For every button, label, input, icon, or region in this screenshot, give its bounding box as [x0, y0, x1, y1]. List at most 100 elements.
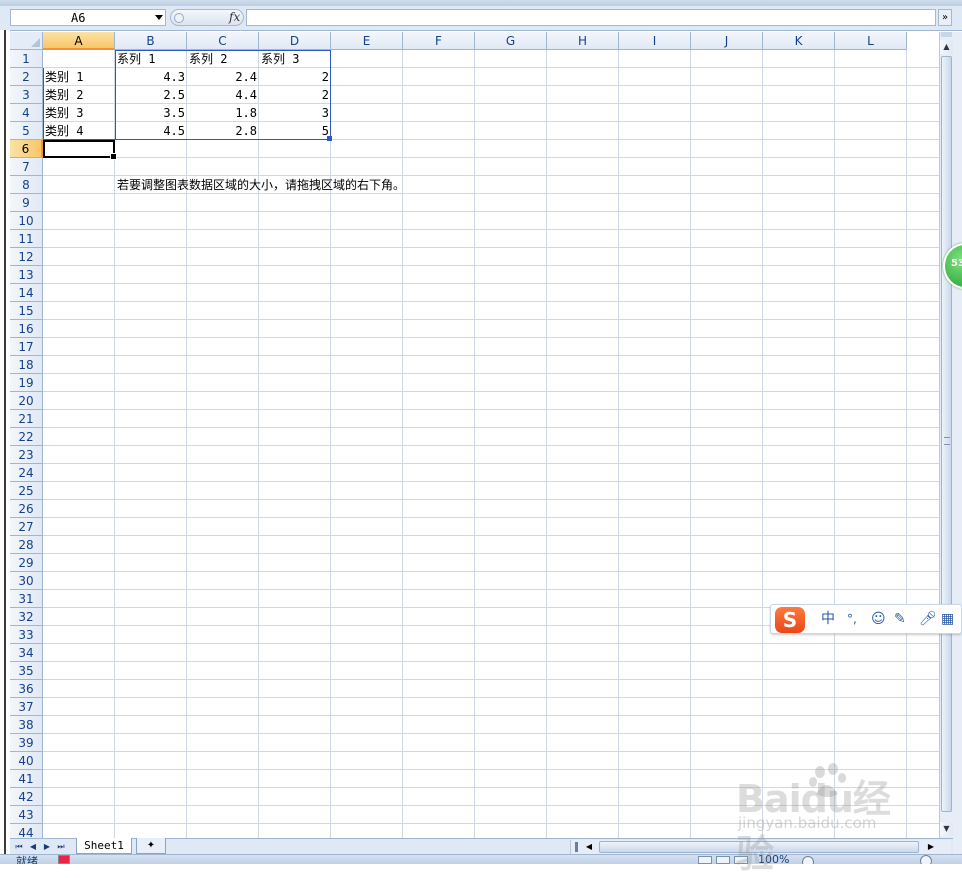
cell-a3[interactable]: 类别 2 [43, 86, 83, 104]
row-header-33[interactable]: 33 [10, 626, 43, 644]
pen-icon[interactable]: ✎ [894, 611, 906, 627]
ime-toolbar[interactable]: S 中 °, ☺ ✎ 🎤︎ ▦ [770, 604, 962, 634]
column-header-e[interactable]: E [331, 32, 403, 50]
select-all-corner[interactable] [10, 32, 43, 50]
cell-d2[interactable]: 2 [259, 68, 331, 86]
row-header-23[interactable]: 23 [10, 446, 43, 464]
row-header-14[interactable]: 14 [10, 284, 43, 302]
row-header-24[interactable]: 24 [10, 464, 43, 482]
column-header-i[interactable]: I [619, 32, 691, 50]
row-header-19[interactable]: 19 [10, 374, 43, 392]
cell-c2[interactable]: 2.4 [187, 68, 259, 86]
cell-a2[interactable]: 类别 1 [43, 68, 83, 86]
sheet-tab-sheet1[interactable]: Sheet1 [76, 838, 132, 854]
first-sheet-icon[interactable]: ⏮ [14, 840, 24, 854]
row-header-18[interactable]: 18 [10, 356, 43, 374]
cell-b8[interactable]: 若要调整图表数据区域的大小，请拖拽区域的右下角。 [115, 176, 405, 194]
column-header-b[interactable]: B [115, 32, 187, 50]
row-header-7[interactable]: 7 [10, 158, 43, 176]
row-header-20[interactable]: 20 [10, 392, 43, 410]
horizontal-split-box[interactable] [575, 842, 578, 852]
row-header-5[interactable]: 5 [10, 122, 43, 140]
row-header-13[interactable]: 13 [10, 266, 43, 284]
microphone-icon[interactable]: 🎤︎ [919, 611, 937, 627]
row-header-36[interactable]: 36 [10, 680, 43, 698]
row-header-30[interactable]: 30 [10, 572, 43, 590]
cell-b3[interactable]: 2.5 [115, 86, 187, 104]
scroll-right-icon[interactable]: ▶ [925, 840, 937, 854]
scroll-left-icon[interactable]: ◀ [583, 840, 595, 854]
row-header-6[interactable]: 6 [10, 140, 43, 158]
vertical-split-box[interactable] [941, 32, 952, 37]
column-header-k[interactable]: K [763, 32, 835, 50]
row-header-1[interactable]: 1 [10, 50, 43, 68]
row-header-3[interactable]: 3 [10, 86, 43, 104]
vertical-scroll-thumb[interactable] [941, 56, 952, 812]
row-header-4[interactable]: 4 [10, 104, 43, 122]
grid-icon[interactable]: ▦ [941, 611, 954, 627]
row-header-35[interactable]: 35 [10, 662, 43, 680]
cell-d1[interactable]: 系列 3 [259, 50, 299, 68]
worksheet-grid[interactable]: ABCDEFGHIJKL 1 2 3 4 5 6 7 8 9 10 11 12 13 14 15 16 17 18… [10, 32, 939, 838]
insert-sheet-icon[interactable]: ✦ [136, 838, 166, 854]
name-box-dropdown-icon[interactable] [155, 15, 163, 20]
cell-a5[interactable]: 类别 4 [43, 122, 83, 140]
row-header-37[interactable]: 37 [10, 698, 43, 716]
column-header-j[interactable]: J [691, 32, 763, 50]
row-header-39[interactable]: 39 [10, 734, 43, 752]
fill-handle[interactable] [110, 153, 117, 160]
cell-b2[interactable]: 4.3 [115, 68, 187, 86]
row-header-8[interactable]: 8 [10, 176, 43, 194]
row-header-2[interactable]: 2 [10, 68, 43, 86]
row-header-32[interactable]: 32 [10, 608, 43, 626]
vertical-scrollbar[interactable]: ▲ ▼ [939, 32, 953, 838]
row-header-21[interactable]: 21 [10, 410, 43, 428]
cell-b1[interactable]: 系列 1 [115, 50, 155, 68]
expand-formula-bar-button[interactable]: » [938, 9, 952, 26]
row-header-38[interactable]: 38 [10, 716, 43, 734]
row-header-11[interactable]: 11 [10, 230, 43, 248]
row-header-15[interactable]: 15 [10, 302, 43, 320]
cells-area[interactable]: 系列 1 系列 2 系列 3 类别 1 4.3 2.4 2 类别 2 2.5 4.4 2 类别 3 3.… [43, 50, 939, 838]
row-header-43[interactable]: 43 [10, 806, 43, 824]
formula-bar-grip[interactable]: fx [170, 9, 244, 26]
row-header-16[interactable]: 16 [10, 320, 43, 338]
formula-input[interactable] [246, 9, 936, 26]
row-header-40[interactable]: 40 [10, 752, 43, 770]
sogou-logo-icon[interactable]: S [775, 607, 805, 633]
row-header-17[interactable]: 17 [10, 338, 43, 356]
row-header-29[interactable]: 29 [10, 554, 43, 572]
column-header-d[interactable]: D [259, 32, 331, 50]
row-header-9[interactable]: 9 [10, 194, 43, 212]
row-header-44[interactable]: 44 [10, 824, 43, 838]
cell-d5[interactable]: 5 [259, 122, 331, 140]
cell-d3[interactable]: 2 [259, 86, 331, 104]
row-header-26[interactable]: 26 [10, 500, 43, 518]
row-header-12[interactable]: 12 [10, 248, 43, 266]
column-header-c[interactable]: C [187, 32, 259, 50]
column-header-l[interactable]: L [835, 32, 907, 50]
horizontal-scroll-thumb[interactable] [599, 841, 919, 853]
smiley-icon[interactable]: ☺ [871, 611, 886, 627]
cell-d4[interactable]: 3 [259, 104, 331, 122]
last-sheet-icon[interactable]: ⏭ [56, 840, 66, 854]
column-header-a[interactable]: A [43, 32, 115, 50]
cell-a4[interactable]: 类别 3 [43, 104, 83, 122]
row-header-10[interactable]: 10 [10, 212, 43, 230]
active-cell[interactable] [43, 140, 117, 160]
cell-b4[interactable]: 3.5 [115, 104, 187, 122]
cell-c5[interactable]: 2.8 [187, 122, 259, 140]
next-sheet-icon[interactable]: ▶ [42, 840, 52, 854]
row-header-34[interactable]: 34 [10, 644, 43, 662]
row-header-31[interactable]: 31 [10, 590, 43, 608]
name-box[interactable]: A6 [10, 9, 166, 26]
column-header-h[interactable]: H [547, 32, 619, 50]
row-header-22[interactable]: 22 [10, 428, 43, 446]
cell-b5[interactable]: 4.5 [115, 122, 187, 140]
row-header-28[interactable]: 28 [10, 536, 43, 554]
row-header-27[interactable]: 27 [10, 518, 43, 536]
horizontal-scrollbar[interactable]: ◀ ▶ [570, 840, 951, 854]
column-header-f[interactable]: F [403, 32, 475, 50]
column-header-g[interactable]: G [475, 32, 547, 50]
row-header-41[interactable]: 41 [10, 770, 43, 788]
